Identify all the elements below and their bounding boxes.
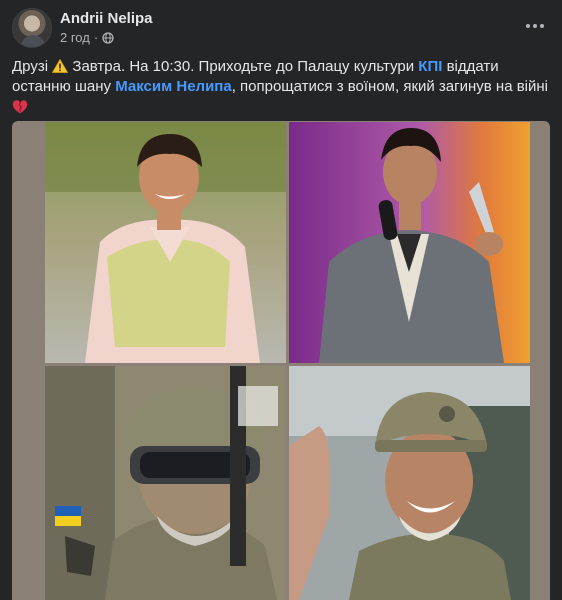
author-name[interactable]: Andrii Nelipa bbox=[60, 10, 153, 27]
person-link[interactable]: Максим Нелипа bbox=[115, 78, 231, 95]
more-options-icon[interactable] bbox=[520, 14, 550, 38]
post-text-body-3: , попрощатися з воїном, який загинув на … bbox=[231, 78, 549, 95]
post-header: Andrii Nelipa 2 год · bbox=[12, 8, 550, 50]
post-meta: 2 год · bbox=[60, 30, 114, 45]
broken-heart-icon bbox=[12, 100, 28, 114]
photo-4[interactable] bbox=[289, 366, 530, 600]
post-text-greeting: Друзі bbox=[12, 58, 49, 75]
meta-separator: · bbox=[93, 30, 99, 45]
photo-3[interactable] bbox=[45, 366, 286, 600]
post-text-body: Завтра. На 10:30. Приходьте до Палацу ку… bbox=[72, 58, 415, 75]
photo-2[interactable] bbox=[289, 122, 530, 363]
post-time[interactable]: 2 год bbox=[60, 30, 90, 45]
globe-icon bbox=[102, 31, 114, 44]
photo-grid bbox=[12, 121, 550, 600]
kpi-link[interactable]: КПІ bbox=[418, 58, 442, 75]
post-text: Друзі Завтра. На 10:30. Приходьте до Пал… bbox=[12, 57, 548, 115]
photo-1[interactable] bbox=[45, 122, 286, 363]
author-avatar[interactable] bbox=[12, 8, 52, 48]
warning-icon bbox=[52, 59, 69, 73]
